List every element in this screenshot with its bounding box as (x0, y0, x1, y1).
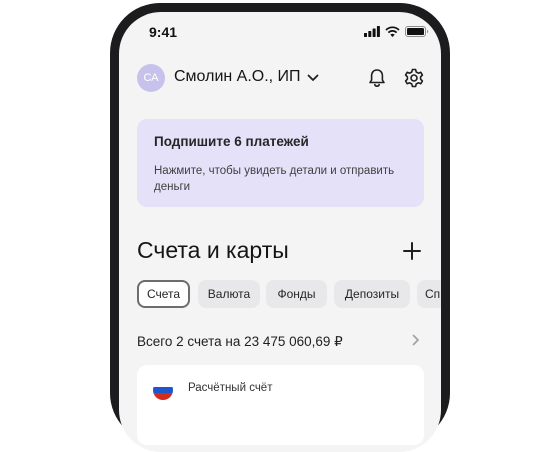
status-time: 9:41 (149, 24, 178, 40)
account-label: Расчётный счёт (188, 382, 273, 394)
status-icons (364, 26, 429, 37)
app-screen: 9:41 СА Смолин А.О., ИП Подпишите 6 плат… (119, 12, 441, 452)
tab-label: Фонды (277, 287, 316, 301)
account-switcher-name[interactable]: Смолин А.О., ИП (174, 68, 301, 86)
chevron-right-icon[interactable] (412, 334, 420, 346)
battery-icon (405, 26, 429, 37)
avatar-initials: СА (143, 72, 159, 84)
banner-title: Подпишите 6 платежей (154, 134, 309, 149)
chevron-down-icon[interactable] (307, 74, 319, 82)
wifi-icon (385, 26, 400, 37)
gear-icon[interactable] (403, 67, 425, 89)
tab-more[interactable]: Сп (417, 280, 441, 308)
phone-frame: 9:41 СА Смолин А.О., ИП Подпишите 6 плат… (110, 3, 450, 452)
tab-label: Депозиты (344, 287, 400, 301)
tab-funds[interactable]: Фонды (266, 280, 327, 308)
sign-payments-banner[interactable]: Подпишите 6 платежей Нажмите, чтобы увид… (137, 119, 424, 207)
bell-icon[interactable] (366, 67, 388, 89)
add-icon[interactable] (402, 241, 422, 261)
section-title: Счета и карты (137, 237, 289, 263)
account-tabs: Счета Валюта Фонды Депозиты Сп (137, 280, 441, 310)
account-card[interactable]: Расчётный счёт (137, 365, 424, 445)
status-bar: 9:41 (119, 12, 441, 52)
avatar[interactable]: СА (137, 64, 165, 92)
app-header: СА Смолин А.О., ИП (137, 64, 425, 100)
russia-flag-icon (153, 380, 173, 400)
tab-currency[interactable]: Валюта (198, 280, 260, 308)
tab-label: Сп (425, 287, 441, 301)
tab-label: Счета (146, 287, 181, 301)
banner-text: Нажмите, чтобы увидеть детали и отправит… (154, 165, 395, 193)
tab-label: Валюта (207, 287, 251, 301)
tab-deposits[interactable]: Депозиты (334, 280, 410, 308)
accounts-total[interactable]: Всего 2 счета на 23 475 060,69 ₽ (137, 334, 343, 350)
tab-accounts[interactable]: Счета (137, 280, 190, 308)
signal-icon (364, 26, 380, 37)
